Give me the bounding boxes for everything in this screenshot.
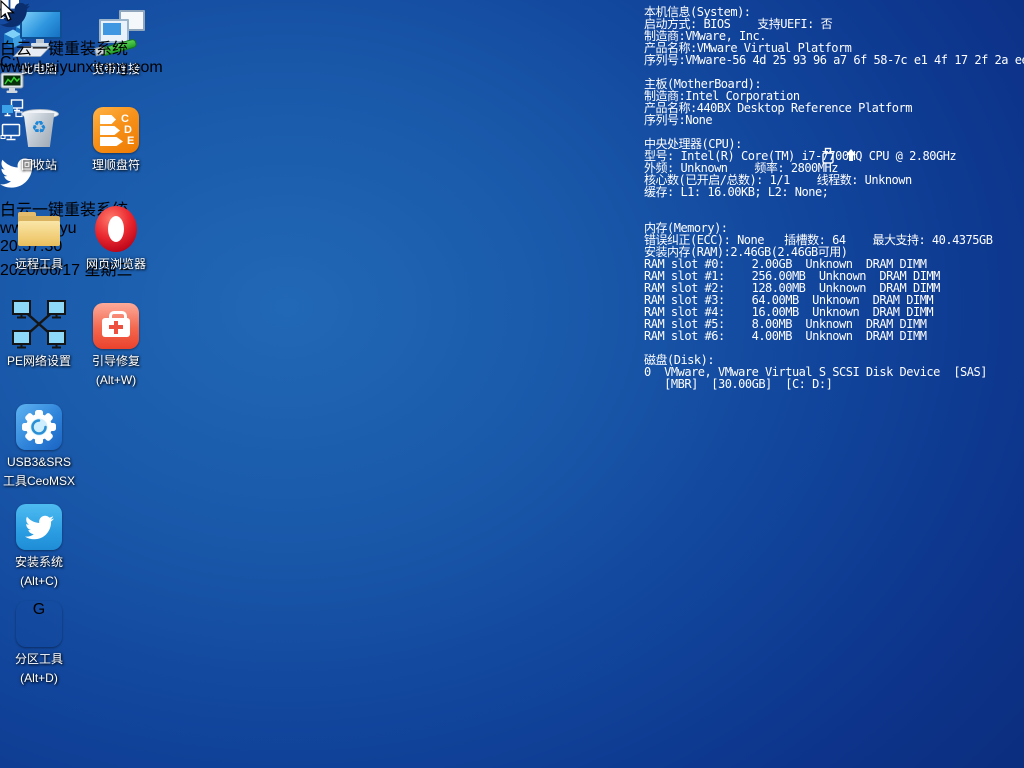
mouse-cursor <box>0 0 16 27</box>
desktop-icon-pe-network-settings[interactable]: PE网络设置 <box>0 300 78 371</box>
desktop-icon-drive-letters[interactable]: C D E 理顺盘符 <box>77 104 155 175</box>
desktop-icon-web-browser[interactable]: 网页浏览器 <box>77 203 155 274</box>
icon-label: 安装系统 <box>0 553 78 572</box>
icon-label-line2: (Alt+D) <box>0 669 78 688</box>
icon-label: 引导修复 <box>77 352 155 371</box>
icon-label-line2: (Alt+W) <box>77 371 155 390</box>
icon-label: 理顺盘符 <box>77 156 155 175</box>
watermark-url: www.baiyunxitong.com <box>0 59 163 77</box>
icon-label-line2: (Alt+C) <box>0 572 78 591</box>
gear-icon <box>0 401 78 453</box>
icon-label: PE网络设置 <box>0 352 78 371</box>
first-aid-kit-icon <box>77 300 155 352</box>
desktop-icon-boot-repair[interactable]: 引导修复 (Alt+W) <box>77 300 155 390</box>
icon-label: 远程工具 <box>0 255 78 274</box>
tray-usb-eject-icon[interactable] <box>820 147 836 170</box>
desktop-icon-usb3-srs-tool[interactable]: USB3&SRS 工具CeoMSX <box>0 401 78 491</box>
folder-icon <box>0 203 78 255</box>
opera-icon <box>77 203 155 255</box>
watermark-bird-icon <box>0 0 163 35</box>
icon-label: 网页浏览器 <box>77 255 155 274</box>
desktop-icon-recycle-bin[interactable]: ♻ 回收站 <box>0 104 78 175</box>
tray-arrow-up-icon[interactable] <box>843 147 859 170</box>
desktop-watermark: 白云一键重装系统 www.baiyunxitong.com <box>0 0 163 77</box>
twitter-bird-icon <box>0 501 78 553</box>
drive-letters-icon: C D E <box>77 104 155 156</box>
network-diagram-icon <box>0 300 78 352</box>
desktop-icon-install-system[interactable]: 安装系统 (Alt+C) <box>0 501 78 591</box>
desktop-icon-partition-tool[interactable]: G 分区工具 (Alt+D) <box>0 598 78 688</box>
watermark-title: 白云一键重装系统 <box>0 35 163 59</box>
recycle-bin-icon: ♻ <box>0 104 78 156</box>
icon-label: 回收站 <box>0 156 78 175</box>
icon-label: 分区工具 <box>0 650 78 669</box>
system-info-text: 本机信息(System): 启动方式: BIOS 支持UEFI: 否 制造商:V… <box>644 6 1024 390</box>
desktop-icon-remote-tools[interactable]: 远程工具 <box>0 203 78 274</box>
icon-label: USB3&SRS <box>0 453 78 472</box>
diskgenius-icon: G <box>0 598 78 650</box>
icon-label-line2: 工具CeoMSX <box>0 472 78 491</box>
